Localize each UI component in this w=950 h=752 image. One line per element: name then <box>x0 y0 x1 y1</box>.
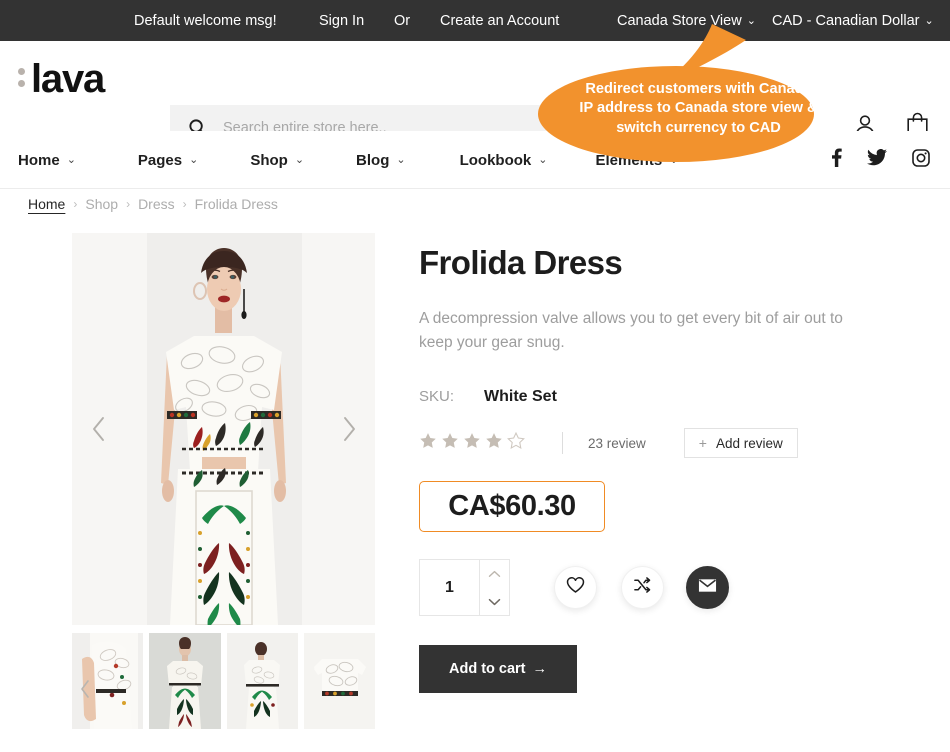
breadcrumb-item-current: Frolida Dress <box>194 196 278 212</box>
nav-item-pages[interactable]: Pages ⌄ <box>138 152 198 169</box>
nav-label: Blog <box>356 151 390 169</box>
purchase-controls: 1 <box>419 559 919 617</box>
nav-item-shop[interactable]: Shop ⌄ <box>250 152 304 169</box>
thumbnail-4[interactable] <box>303 633 375 729</box>
facebook-icon[interactable] <box>831 148 842 172</box>
instagram-icon[interactable] <box>912 148 930 172</box>
add-to-wishlist-button[interactable] <box>554 566 597 610</box>
add-to-cart-label: Add to cart <box>448 661 526 678</box>
add-to-cart-button[interactable]: Add to cart → <box>419 645 577 694</box>
price-highlight-box: CA$60.30 <box>419 481 605 533</box>
quantity-buttons <box>479 560 509 616</box>
annotation-callout: Redirect customers with Canada IP addres… <box>529 24 829 169</box>
nav-label: Lookbook <box>459 151 532 169</box>
breadcrumb-item-dress[interactable]: Dress <box>138 196 175 212</box>
breadcrumb: Home › Shop › Dress › Frolida Dress <box>28 196 278 212</box>
add-review-button[interactable]: + Add review <box>683 428 798 459</box>
breadcrumb-item-home[interactable]: Home <box>28 196 65 212</box>
star-filled-icon <box>485 432 503 455</box>
nav-item-home[interactable]: Home ⌄ <box>18 152 76 169</box>
shuffle-icon <box>633 576 652 599</box>
product-details-panel: Frolida Dress A decompression valve allo… <box>419 244 919 694</box>
rating-divider <box>562 432 563 455</box>
envelope-icon <box>698 578 717 598</box>
or-separator-label: Or <box>394 12 411 29</box>
arrow-right-icon: → <box>532 661 548 678</box>
heart-icon <box>566 576 585 599</box>
quantity-decrease-button[interactable] <box>480 588 509 616</box>
thumbnail-2[interactable] <box>149 633 221 729</box>
twitter-icon[interactable] <box>867 149 887 171</box>
welcome-message: Default welcome msg! <box>134 12 277 29</box>
product-price: CA$60.30 <box>448 490 576 523</box>
sku-row: SKU: White Set <box>419 388 919 406</box>
thumbnail-3[interactable] <box>226 633 298 729</box>
review-count-label[interactable]: 23 review <box>588 436 646 451</box>
thumbnail-prev-arrow-icon[interactable] <box>80 680 90 703</box>
chevron-down-icon: ⌄ <box>396 153 406 166</box>
plus-icon: + <box>698 435 707 452</box>
chevron-down-icon: ⌄ <box>66 153 76 166</box>
star-filled-icon <box>463 432 481 455</box>
chevron-down-icon: ⌄ <box>924 14 934 27</box>
breadcrumb-separator: › <box>126 197 131 211</box>
gallery-prev-arrow-icon[interactable] <box>85 414 111 444</box>
product-thumbnail-strip[interactable] <box>72 633 375 729</box>
product-image-gallery[interactable] <box>72 233 375 625</box>
sku-label: SKU: <box>419 388 455 406</box>
product-description: A decompression valve allows you to get … <box>419 310 843 352</box>
chevron-down-icon: ⌄ <box>189 153 199 166</box>
page-root: Default welcome msg! Sign In Or Create a… <box>0 0 950 752</box>
add-review-label: Add review <box>715 435 783 451</box>
nav-label: Home <box>18 151 60 169</box>
product-main-image <box>72 233 375 625</box>
star-empty-icon <box>507 431 525 455</box>
chevron-down-icon: ⌄ <box>294 153 305 166</box>
logo-dots-icon <box>18 68 25 90</box>
star-rating[interactable] <box>419 431 525 455</box>
email-product-button[interactable] <box>686 566 729 610</box>
breadcrumb-separator: › <box>73 197 78 211</box>
star-filled-icon <box>419 432 437 455</box>
nav-label: Pages <box>137 151 183 169</box>
quantity-value[interactable]: 1 <box>420 560 479 615</box>
annotation-callout-text: Redirect customers with Canada IP addres… <box>579 81 818 136</box>
sku-value: White Set <box>484 388 557 406</box>
rating-row: 23 review + Add review <box>419 428 919 459</box>
logo-text: lava <box>31 57 105 101</box>
gallery-next-arrow-icon[interactable] <box>336 414 362 444</box>
quantity-increase-button[interactable] <box>480 560 509 588</box>
nav-item-blog[interactable]: Blog ⌄ <box>356 152 406 169</box>
compare-button[interactable] <box>621 566 664 610</box>
site-logo[interactable]: lava <box>18 57 105 101</box>
breadcrumb-separator: › <box>182 197 187 211</box>
nav-label: Shop <box>250 151 288 169</box>
quantity-stepper[interactable]: 1 <box>419 559 510 617</box>
star-filled-icon <box>441 432 459 455</box>
sign-in-link[interactable]: Sign In <box>319 13 364 29</box>
social-links <box>831 131 930 189</box>
product-title: Frolida Dress <box>419 244 623 281</box>
breadcrumb-item-shop[interactable]: Shop <box>85 196 118 212</box>
